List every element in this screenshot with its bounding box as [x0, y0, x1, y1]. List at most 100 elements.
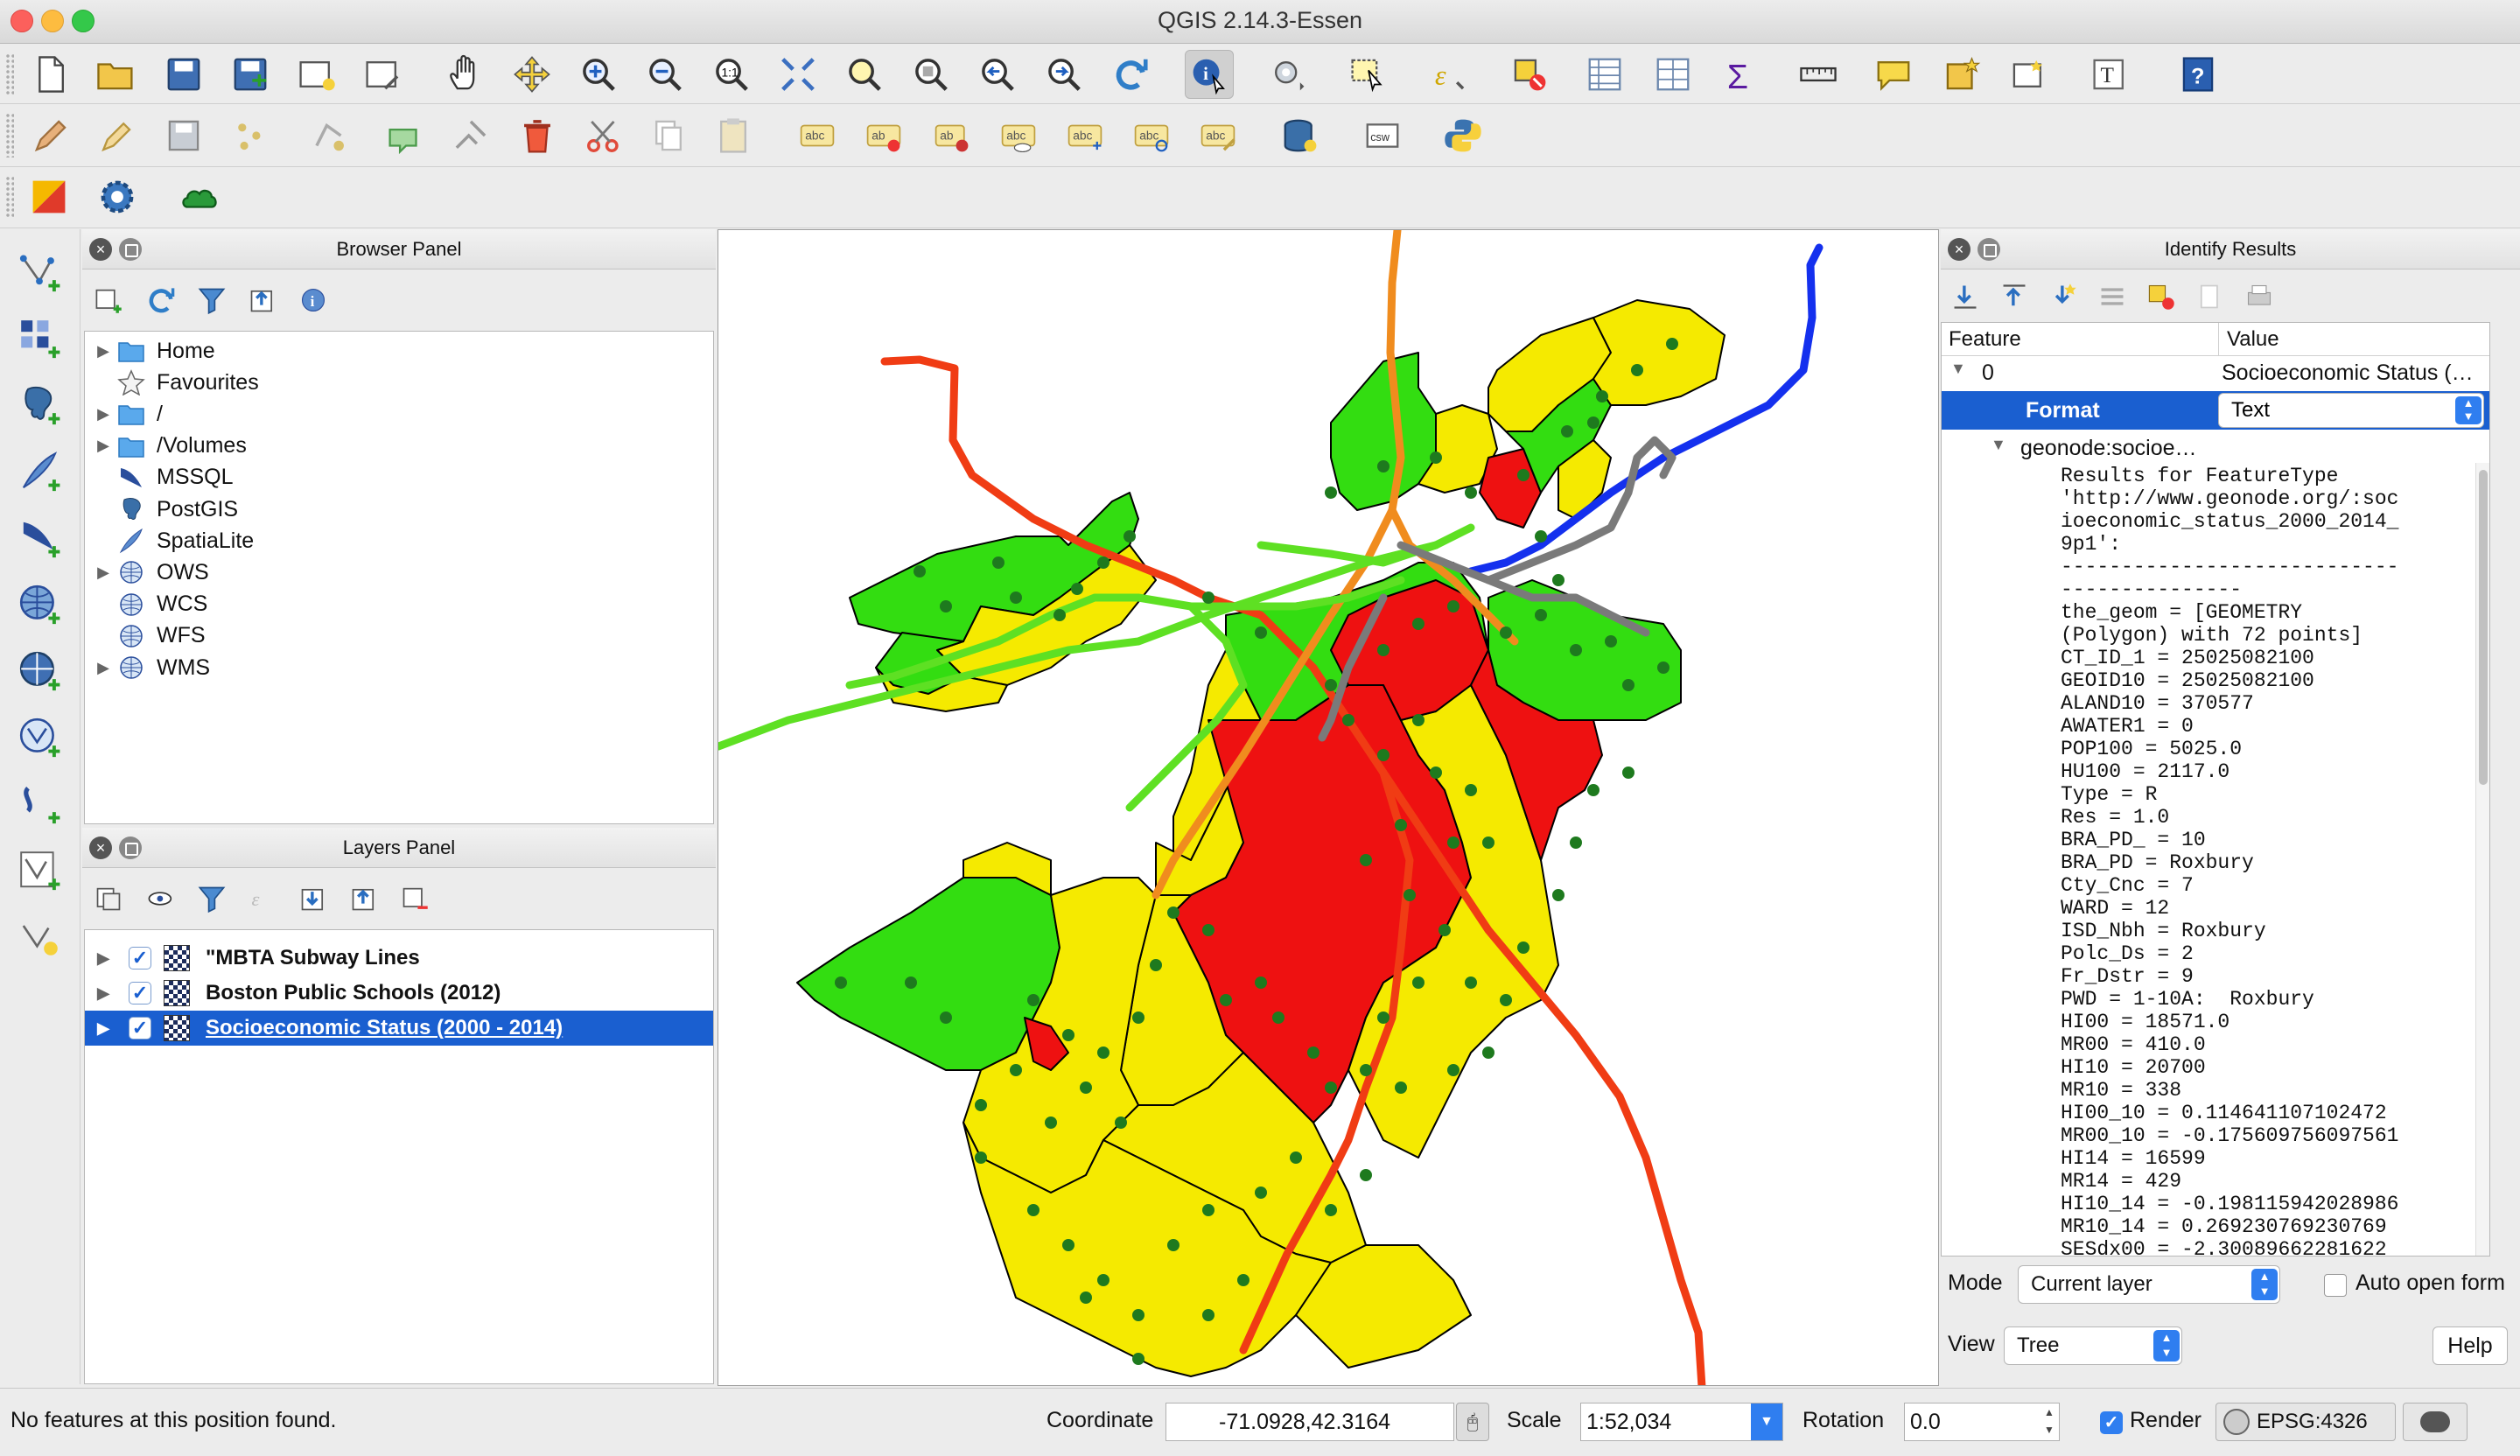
refresh-browser-icon[interactable]: [142, 281, 180, 319]
save-as-icon[interactable]: [226, 50, 275, 99]
label-rotate-icon[interactable]: abc: [1127, 111, 1176, 160]
expand-arrow-icon[interactable]: ▶: [90, 342, 116, 360]
expand-arrow-icon[interactable]: ▶: [90, 949, 116, 968]
label-move-icon[interactable]: abc: [1060, 111, 1110, 160]
refresh-icon[interactable]: [1106, 50, 1155, 99]
copy-results-icon[interactable]: [2191, 277, 2230, 316]
layer-styling-icon[interactable]: [89, 879, 128, 918]
help-button[interactable]: Help: [2432, 1326, 2508, 1365]
zoom-in-icon[interactable]: [574, 50, 623, 99]
clear-results-icon[interactable]: [2093, 277, 2132, 316]
attribute-table-icon[interactable]: [1580, 50, 1629, 99]
browser-item-wms[interactable]: ▶ WMS: [85, 652, 713, 683]
auto-open-form-checkbox[interactable]: [2324, 1274, 2347, 1297]
save-project-icon[interactable]: [159, 50, 208, 99]
new-print-composer-icon[interactable]: [292, 50, 341, 99]
pan-to-selection-icon[interactable]: [508, 50, 556, 99]
add-feature-icon[interactable]: [226, 111, 275, 160]
feature-row-0[interactable]: ▼ 0 Socioeconomic Status (…: [1942, 356, 2489, 391]
field-calculator-icon[interactable]: [1648, 50, 1698, 99]
add-mssql-layer-icon[interactable]: [12, 511, 66, 565]
cloud-plugin-icon[interactable]: [175, 172, 224, 221]
new-bookmark-icon[interactable]: [1937, 50, 1986, 99]
browser-item-wcs[interactable]: WCS: [85, 589, 713, 620]
label-show-hide-icon[interactable]: abc: [994, 111, 1043, 160]
collapse-arrow-icon[interactable]: ▼: [1991, 436, 2006, 454]
layer-item[interactable]: ▶ ✓ "MBTA Subway Lines: [85, 941, 713, 976]
browser-close-button[interactable]: ×: [89, 238, 112, 261]
browser-item-spatialite[interactable]: SpatiaLite: [85, 525, 713, 556]
zoom-full-icon[interactable]: [774, 50, 822, 99]
pan-icon[interactable]: [441, 50, 490, 99]
expand-arrow-icon[interactable]: ▶: [90, 437, 116, 455]
messages-button[interactable]: [2403, 1403, 2468, 1441]
layer-item[interactable]: ▶ ✓ Socioeconomic Status (2000 - 2014): [85, 1011, 713, 1046]
result-child-row[interactable]: ▼ geonode:socioe…: [1942, 431, 2489, 466]
browser-item-ows[interactable]: ▶ OWS: [85, 556, 713, 588]
new-project-icon[interactable]: [26, 50, 75, 99]
print-results-icon[interactable]: [2240, 277, 2278, 316]
db-manager-icon[interactable]: [1276, 111, 1325, 160]
add-wms-layer-icon[interactable]: [12, 578, 66, 632]
layer-visibility-checkbox[interactable]: ✓: [129, 982, 151, 1004]
expand-arrow-icon[interactable]: ▶: [90, 659, 116, 677]
layer-item[interactable]: ▶ ✓ Boston Public Schools (2012): [85, 976, 713, 1011]
add-raster-layer-icon[interactable]: [12, 312, 66, 366]
expand-arrow-icon[interactable]: ▶: [90, 1019, 116, 1038]
geonode-plugin-icon[interactable]: [24, 172, 74, 221]
format-select[interactable]: Text ▲ ▼: [2218, 393, 2484, 428]
filter-legend-icon[interactable]: [192, 879, 231, 918]
zoom-out-icon[interactable]: [640, 50, 690, 99]
browser-item-wfs[interactable]: WFS: [85, 620, 713, 652]
zoom-to-selection-icon[interactable]: [840, 50, 889, 99]
show-bookmarks-icon[interactable]: [2004, 50, 2053, 99]
label-highlight-icon[interactable]: ab: [859, 111, 908, 160]
add-vector-layer-icon[interactable]: [12, 245, 66, 299]
label-pin-icon[interactable]: abc: [793, 111, 842, 160]
collapse-tree-icon[interactable]: [1995, 277, 2034, 316]
expand-arrow-icon[interactable]: ▶: [90, 405, 116, 424]
coordinate-toggle-mouse-icon[interactable]: 🖰: [1456, 1403, 1489, 1441]
browser-item-[interactable]: ▶ /: [85, 398, 713, 430]
open-project-icon[interactable]: [91, 50, 140, 99]
identify-close-button[interactable]: ×: [1948, 238, 1970, 261]
new-shapefile-layer-icon[interactable]: [12, 844, 66, 898]
view-select[interactable]: Tree ▲ ▼: [2004, 1326, 2182, 1365]
scale-combo[interactable]: 1:52,034 ▼: [1580, 1403, 1783, 1441]
toolbar-grip[interactable]: [5, 176, 14, 219]
add-selected-layers-icon[interactable]: [89, 281, 128, 319]
expand-arrow-icon[interactable]: ▶: [90, 984, 116, 1003]
collapse-all-layers-icon[interactable]: [345, 879, 383, 918]
help-icon[interactable]: ?: [2174, 50, 2222, 99]
zoom-next-icon[interactable]: [1040, 50, 1088, 99]
save-edits-icon[interactable]: [159, 111, 208, 160]
rotation-field[interactable]: 0.0 ▲ ▼: [1904, 1403, 2060, 1441]
filter-browser-icon[interactable]: [192, 281, 231, 319]
expand-arrow-icon[interactable]: ▶: [90, 564, 116, 582]
select-icon[interactable]: [1344, 50, 1393, 99]
collapse-arrow-icon[interactable]: ▼: [1950, 360, 1966, 378]
remove-layer-icon[interactable]: [396, 879, 434, 918]
composer-manager-icon[interactable]: [359, 50, 408, 99]
new-spatialite-layer-icon[interactable]: [12, 910, 66, 964]
expand-new-results-icon[interactable]: [2044, 277, 2082, 316]
measure-icon[interactable]: [1794, 50, 1843, 99]
toggle-editing-icon[interactable]: [26, 111, 75, 160]
label-properties-icon[interactable]: abc: [1194, 111, 1242, 160]
layer-visibility-checkbox[interactable]: ✓: [129, 947, 151, 970]
identify-float-button[interactable]: [1978, 238, 2000, 261]
add-wfs-layer-icon[interactable]: [12, 710, 66, 765]
copy-features-icon[interactable]: [644, 111, 693, 160]
layers-close-button[interactable]: ×: [89, 836, 112, 859]
toolbar-grip[interactable]: [5, 113, 14, 158]
rotation-spinner-icon[interactable]: ▲ ▼: [2040, 1404, 2059, 1440]
csw-icon[interactable]: csw: [1358, 111, 1407, 160]
zoom-last-icon[interactable]: [973, 50, 1022, 99]
crs-button[interactable]: EPSG:4326: [2216, 1403, 2396, 1441]
scrollbar-thumb[interactable]: [2479, 470, 2488, 785]
toolbar-grip[interactable]: [5, 53, 14, 94]
map-tips-icon[interactable]: [1869, 50, 1918, 99]
render-checkbox[interactable]: ✓: [2100, 1411, 2123, 1434]
properties-info-icon[interactable]: i: [294, 281, 332, 319]
select-expression-icon[interactable]: ε: [1424, 50, 1474, 99]
